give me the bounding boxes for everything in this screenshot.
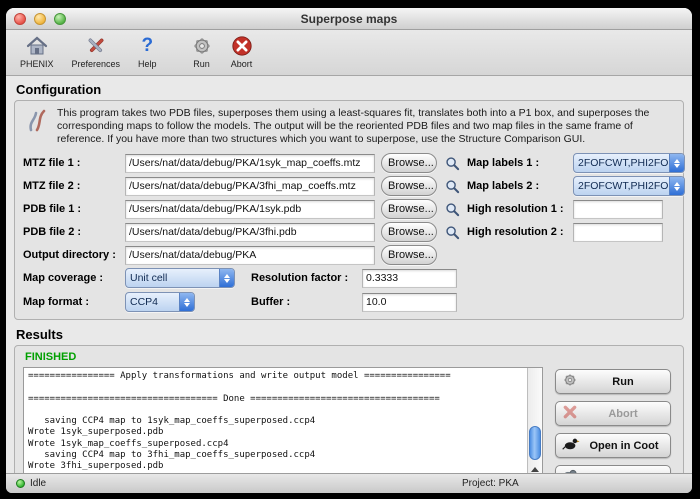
map-labels-1-select[interactable]: 2FOFCWT,PHI2FOF... [573,153,685,173]
status-finished: FINISHED [25,351,675,363]
mtz-file-2-label: MTZ file 2 : [23,180,119,192]
mtz-file-2-browse-button[interactable]: Browse... [381,176,437,196]
map-format-select[interactable]: CCP4 [125,292,195,312]
status-dot-icon [16,479,25,488]
program-description: This program takes two PDB files, superp… [57,107,667,146]
log-line [28,382,522,393]
open-in-coot-button[interactable]: Open in Coot [555,433,671,458]
gear-icon [562,372,578,391]
pdb-file-1-input[interactable] [125,200,375,219]
abort-toolbar-label: Abort [231,59,253,69]
combo-arrows-icon [669,177,684,195]
map-labels-2-select[interactable]: 2FOFCWT,PHI2FOF... [573,176,685,196]
high-resolution-2-label: High resolution 2 : [467,226,567,238]
output-directory-label: Output directory : [23,249,119,261]
combo-arrows-icon [669,154,684,172]
buffer-input[interactable] [362,293,457,312]
results-group: FINISHED ================ Apply transfor… [14,345,684,493]
combo-arrows-icon [219,269,234,287]
buffer-label: Buffer : [251,296,356,308]
mtz-file-1-label: MTZ file 1 : [23,157,119,169]
combo-arrows-icon [179,293,194,311]
title-bar[interactable]: Superpose maps [6,8,692,30]
pdb-file-1-browse-button[interactable]: Browse... [381,199,437,219]
help-icon: ? [142,34,154,58]
mtz-file-1-browse-button[interactable]: Browse... [381,153,437,173]
program-icon [27,107,47,138]
phenix-label: PHENIX [20,59,54,69]
action-buttons: Run Abort Open in Coot [555,367,671,490]
log-line: saving CCP4 map to 3fhi_map_coeffs_super… [28,450,522,461]
pdb-file-2-input[interactable] [125,223,375,242]
toolbar: PHENIX Preferences ? Help Run Abort [6,30,692,76]
map-labels-1-label: Map labels 1 : [467,157,567,169]
high-resolution-1-input[interactable] [573,200,663,219]
abort-icon [231,34,253,58]
configuration-title: Configuration [16,82,684,97]
close-button[interactable] [14,13,26,25]
mtz-file-2-input[interactable] [125,177,375,196]
output-directory-browse-button[interactable]: Browse... [381,245,437,265]
zoom-button[interactable] [54,13,66,25]
phenix-button[interactable]: PHENIX [16,32,58,71]
resolution-factor-label: Resolution factor : [251,272,356,284]
coot-bird-icon [562,437,580,454]
log-line: =================================== Done… [28,394,522,405]
status-bar: Idle Project: PKA [6,473,692,493]
map-format-label: Map format : [23,296,119,308]
results-title: Results [16,327,684,342]
high-resolution-1-label: High resolution 1 : [467,203,567,215]
main-content: Configuration This program takes two PDB… [6,76,692,493]
preferences-label: Preferences [72,59,121,69]
log-line: Wrote 1syk_superposed.pdb [28,427,522,438]
magnifier-icon[interactable] [443,179,461,194]
help-label: Help [138,59,157,69]
minimize-button[interactable] [34,13,46,25]
mtz-file-1-input[interactable] [125,154,375,173]
log-line: Wrote 1syk_map_coeffs_superposed.ccp4 [28,439,522,450]
home-icon [25,34,49,58]
run-toolbar-label: Run [193,59,210,69]
scroll-up-icon[interactable] [531,467,539,472]
project-label: Project: PKA [462,478,519,489]
log-console[interactable]: ================ Apply transformations a… [23,367,543,487]
high-resolution-2-input[interactable] [573,223,663,242]
gear-icon [191,34,213,58]
abort-toolbar-button[interactable]: Abort [227,32,257,71]
log-line: ================ Apply transformations a… [28,371,522,382]
preferences-button[interactable]: Preferences [68,32,125,71]
pdb-file-2-browse-button[interactable]: Browse... [381,222,437,242]
vertical-scrollbar[interactable] [527,368,542,486]
magnifier-icon[interactable] [443,202,461,217]
pdb-file-2-label: PDB file 2 : [23,226,119,238]
log-line: saving CCP4 map to 1syk_map_coeffs_super… [28,416,522,427]
abort-button[interactable]: Abort [555,401,671,426]
app-window: Superpose maps PHENIX Preferences ? Help… [6,8,692,493]
run-button[interactable]: Run [555,369,671,394]
output-directory-input[interactable] [125,246,375,265]
magnifier-icon[interactable] [443,156,461,171]
abort-icon [562,404,578,423]
help-button[interactable]: ? Help [134,32,161,71]
magnifier-icon[interactable] [443,225,461,240]
tools-icon [84,34,108,58]
map-labels-2-label: Map labels 2 : [467,180,567,192]
window-title: Superpose maps [301,12,398,26]
map-coverage-select[interactable]: Unit cell [125,268,235,288]
log-line: Wrote 3fhi_superposed.pdb [28,461,522,472]
scrollbar-thumb[interactable] [529,426,541,460]
resolution-factor-input[interactable] [362,269,457,288]
pdb-file-1-label: PDB file 1 : [23,203,119,215]
status-text: Idle [30,478,46,489]
map-coverage-label: Map coverage : [23,272,119,284]
configuration-group: This program takes two PDB files, superp… [14,100,684,320]
log-line [28,405,522,416]
run-toolbar-button[interactable]: Run [187,32,217,71]
